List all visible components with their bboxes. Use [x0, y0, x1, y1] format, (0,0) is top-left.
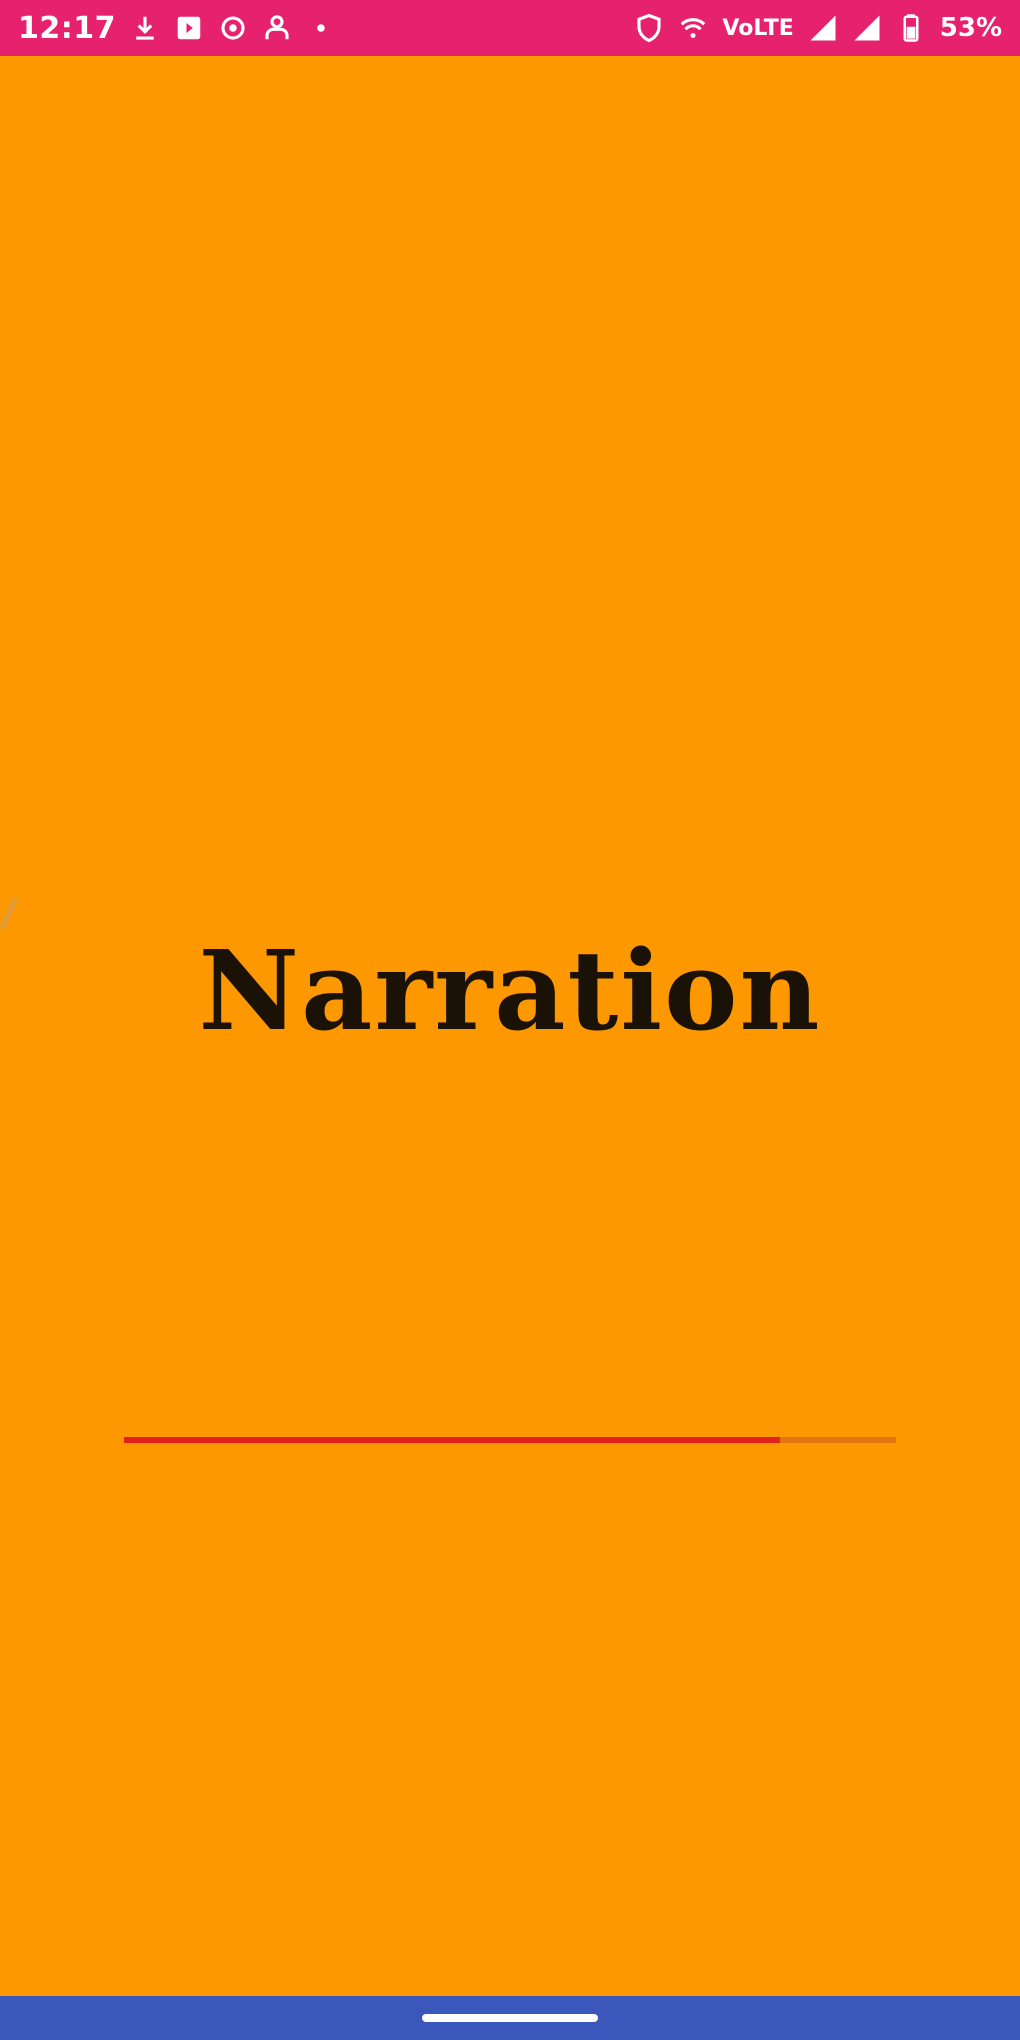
signal-icon: [808, 13, 838, 43]
status-time: 12:17: [18, 10, 116, 46]
navigation-bar: [0, 1996, 1020, 2040]
splash-screen: Narration: [0, 56, 1020, 2000]
status-bar: 12:17 VoLTE 53%: [0, 0, 1020, 56]
shield-icon: [634, 13, 664, 43]
home-gesture-handle[interactable]: [422, 2014, 598, 2022]
settings-notification-icon: [218, 13, 248, 43]
network-type-label: VoLTE: [722, 15, 794, 41]
signal-icon-2: [852, 13, 882, 43]
screen: 12:17 VoLTE 53% Narration: [0, 0, 1020, 2040]
app-title: Narration: [198, 926, 822, 1055]
status-bar-right: VoLTE 53%: [634, 0, 1002, 56]
battery-icon: [896, 13, 926, 43]
app-notification-icon: [174, 13, 204, 43]
wifi-calling-icon: [678, 13, 708, 43]
dot-icon: [306, 13, 336, 43]
download-icon: [130, 13, 160, 43]
loading-progress-bar: [124, 1437, 896, 1443]
people-icon: [262, 13, 292, 43]
status-bar-left: 12:17: [18, 0, 336, 56]
loading-progress-fill: [124, 1437, 781, 1443]
battery-percentage: 53%: [939, 13, 1002, 43]
edge-decoration: [0, 886, 20, 936]
